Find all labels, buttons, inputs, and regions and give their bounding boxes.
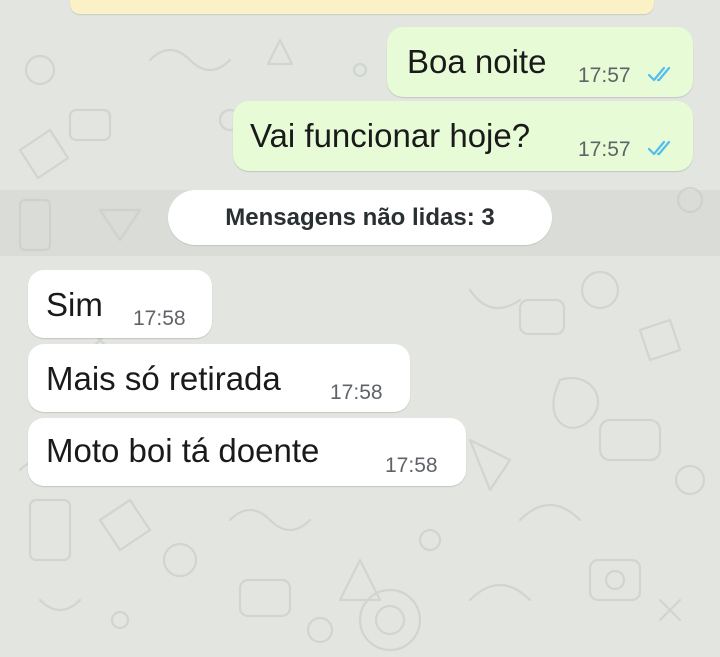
outgoing-message[interactable]: Boa noite 17:57 <box>387 27 693 97</box>
incoming-message[interactable]: Sim 17:58 <box>28 270 212 338</box>
message-time: 17:58 <box>385 454 438 477</box>
double-check-read-icon <box>647 66 671 82</box>
message-text: Vai funcionar hoje? <box>250 117 531 154</box>
double-check-read-icon <box>647 140 671 156</box>
message-time: 17:58 <box>133 307 186 330</box>
top-notice-banner <box>70 0 654 14</box>
message-text: Mais só retirada <box>46 360 281 397</box>
message-text: Moto boi tá doente <box>46 432 320 469</box>
outgoing-message[interactable]: Vai funcionar hoje? 17:57 <box>233 101 693 171</box>
message-time: 17:58 <box>330 381 383 404</box>
message-text: Boa noite <box>407 43 547 80</box>
message-text: Sim <box>46 286 103 323</box>
incoming-message[interactable]: Moto boi tá doente 17:58 <box>28 418 466 486</box>
unread-messages-divider: Mensagens não lidas: 3 <box>168 190 552 245</box>
incoming-message[interactable]: Mais só retirada 17:58 <box>28 344 410 412</box>
message-time: 17:57 <box>578 64 631 87</box>
message-time: 17:57 <box>578 138 631 161</box>
unread-messages-label: Mensagens não lidas: 3 <box>225 204 495 231</box>
